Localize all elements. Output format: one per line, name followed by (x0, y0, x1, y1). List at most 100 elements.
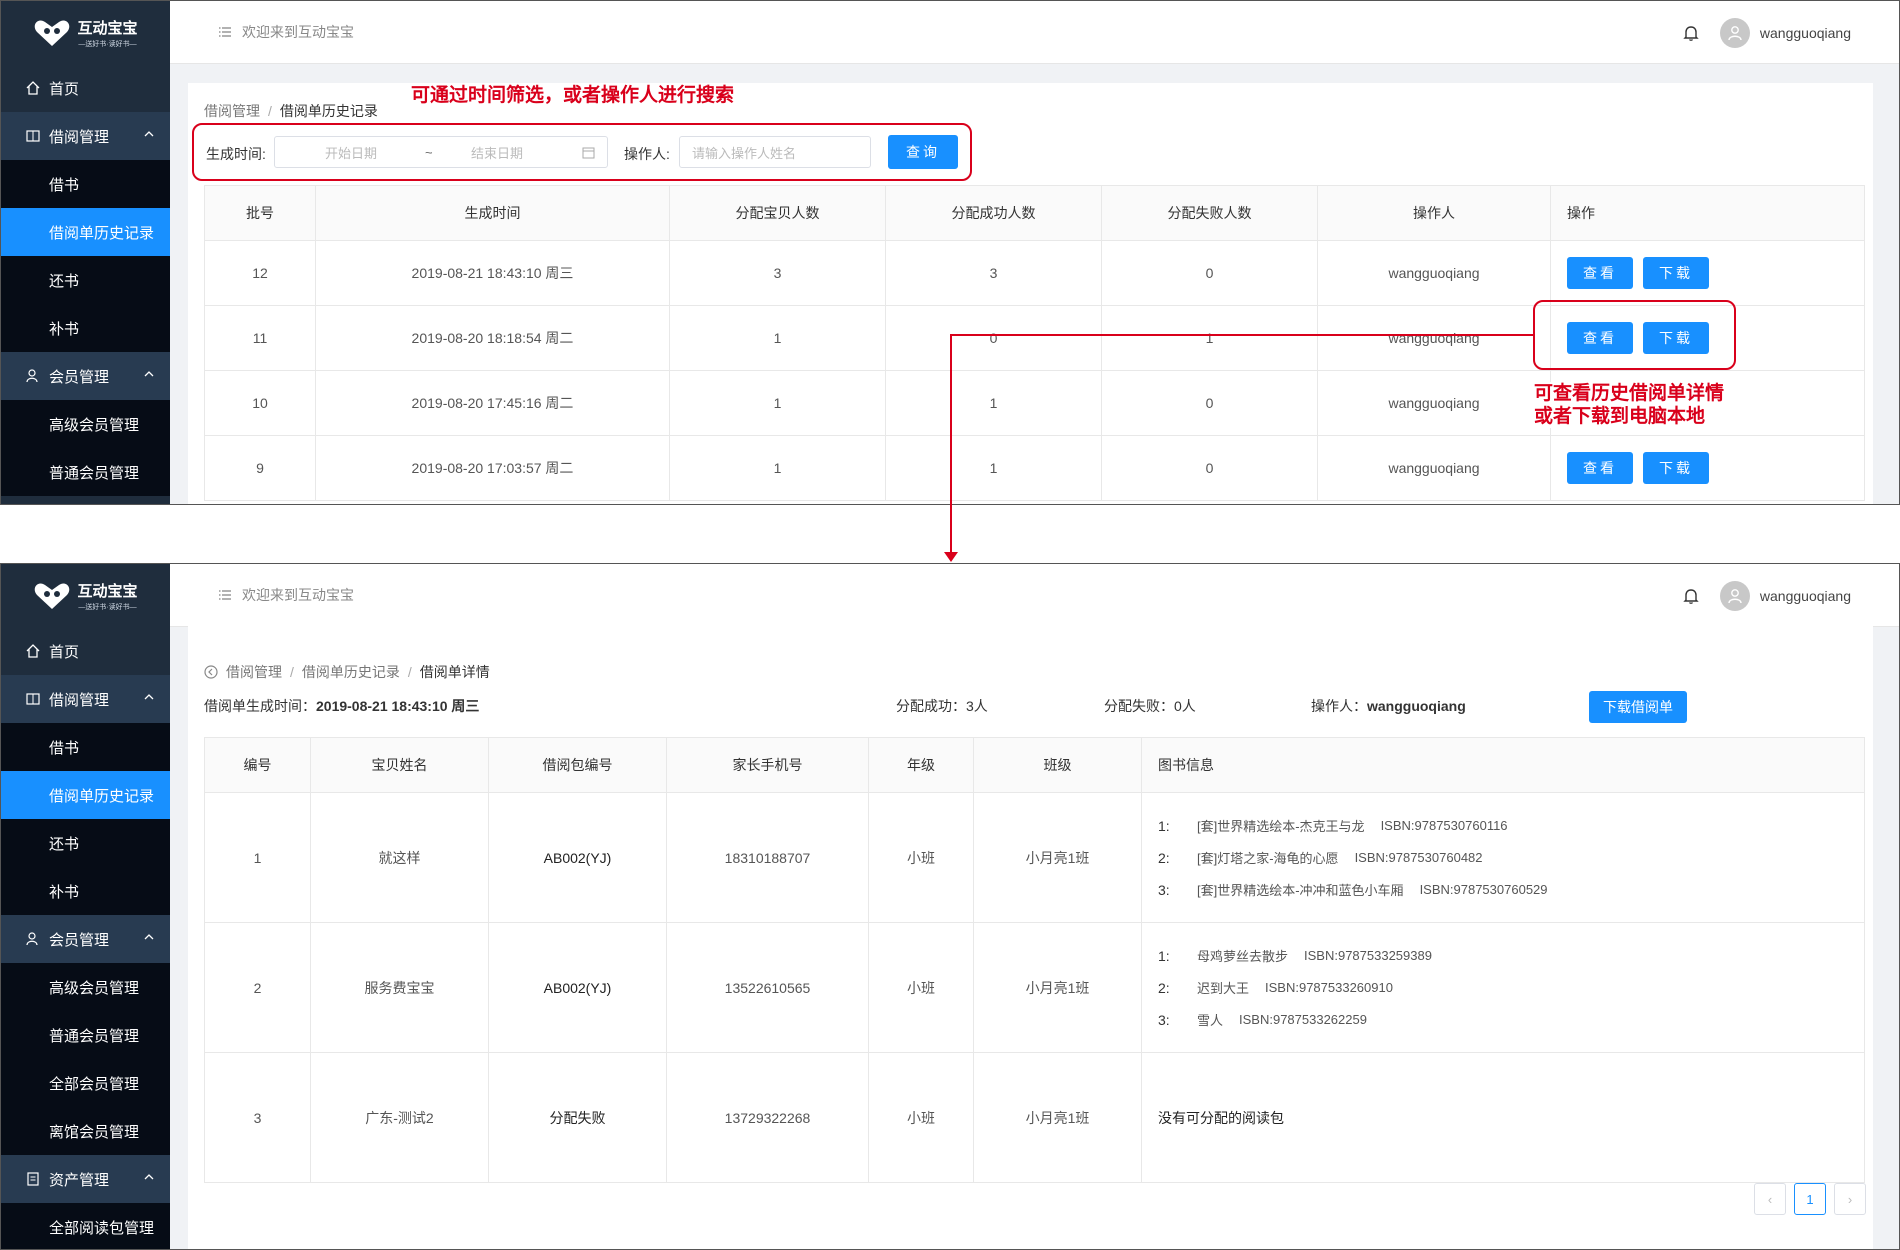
download-button[interactable]: 下载 (1643, 452, 1709, 484)
menu-list-icon[interactable] (218, 588, 232, 602)
column-header: 操作人 (1317, 185, 1551, 241)
cell-books-note: 没有可分配的阅读包 (1141, 1052, 1865, 1183)
column-header: 操作 (1550, 185, 1865, 241)
cell-grade: 小班 (868, 922, 974, 1053)
table-row: 1 就这样 AB002(YJ) 18310188707 小班 小月亮1班 1: [… (204, 792, 1865, 923)
book-isbn: ISBN:9787533259389 (1304, 948, 1432, 963)
annotation-filter-box (192, 123, 972, 181)
welcome-text: 欢迎来到互动宝宝 (242, 24, 354, 40)
book-index: 2: (1158, 979, 1170, 996)
username[interactable]: wangguoqiang (1760, 25, 1851, 41)
sidebar-item-premium-members[interactable]: 高级会员管理 (1, 963, 170, 1011)
welcome-text: 欢迎来到互动宝宝 (242, 587, 354, 603)
book-isbn: ISBN:9787530760116 (1380, 818, 1508, 833)
meta-value: wangguoqiang (1367, 698, 1466, 714)
sidebar-group-member[interactable]: 会员管理 (1, 915, 170, 963)
breadcrumb-item[interactable]: 借阅管理 (204, 101, 260, 121)
view-button[interactable]: 查看 (1567, 452, 1633, 484)
sidebar-item-home[interactable]: 首页 (1, 64, 170, 112)
view-button[interactable]: 查看 (1567, 257, 1633, 289)
fail-count: 分配失败：0人 (1104, 696, 1196, 716)
cell-phone: 13522610565 (666, 922, 869, 1053)
next-page-button[interactable]: › (1834, 1183, 1866, 1215)
user-avatar-icon (1728, 588, 1742, 603)
sidebar-item-premium-members[interactable]: 高级会员管理 (1, 400, 170, 448)
sidebar-item-replenish[interactable]: 补书 (1, 867, 170, 915)
back-circle-icon[interactable] (204, 665, 218, 679)
book-icon (25, 691, 41, 707)
chevron-up-icon (144, 1174, 154, 1180)
download-borrow-list-button[interactable]: 下载借阅单 (1589, 691, 1687, 723)
cell-operator: wangguoqiang (1317, 370, 1551, 436)
sidebar-item-borrow[interactable]: 借书 (1, 723, 170, 771)
cell-operator: wangguoqiang (1317, 305, 1551, 371)
cell-class: 小月亮1班 (973, 792, 1142, 923)
cell-operator: wangguoqiang (1317, 435, 1551, 501)
column-header: 生成时间 (315, 185, 670, 241)
book-isbn: ISBN:9787533262259 (1239, 1012, 1367, 1027)
sidebar-item-borrow-history[interactable]: 借阅单历史记录 (1, 208, 170, 256)
cell-pack: 分配失败 (488, 1052, 667, 1183)
sidebar-item-replenish[interactable]: 补书 (1, 304, 170, 352)
sidebar-item-home[interactable]: 首页 (1, 627, 170, 675)
sidebar-item-all-members[interactable]: 全部会员管理 (1, 1059, 170, 1107)
sidebar-label: 借阅管理 (49, 128, 110, 146)
chevron-up-icon (144, 934, 154, 940)
breadcrumb-item[interactable]: 借阅管理 (226, 662, 282, 682)
cell-pack: AB002(YJ) (488, 922, 667, 1053)
cell-name: 广东-测试2 (310, 1052, 489, 1183)
book-title: [套]灯塔之家-海龟的心愿 (1197, 851, 1339, 866)
breadcrumb: 借阅管理 / 借阅单历史记录 (204, 101, 378, 121)
sidebar-label: 借阅管理 (49, 691, 110, 709)
brand-logo[interactable]: 互动宝宝 —送好书·读好书— (1, 1, 170, 64)
user-icon (25, 931, 41, 947)
menu-list-icon[interactable] (218, 25, 232, 39)
prev-page-button[interactable]: ‹ (1754, 1183, 1786, 1215)
cell-success: 1 (885, 370, 1102, 436)
breadcrumb-current: 借阅单详情 (419, 664, 490, 680)
sidebar-item-borrow[interactable]: 借书 (1, 160, 170, 208)
logo-heart-icon (35, 19, 70, 46)
book-title: [套]世界精选绘本-杰克王与龙 (1197, 819, 1365, 834)
generated-time: 借阅单生成时间：2019-08-21 18:43:10 周三 (204, 696, 479, 716)
column-header: 分配成功人数 (885, 185, 1102, 241)
avatar[interactable] (1719, 580, 1750, 611)
top-header: 欢迎来到互动宝宝 wangguoqiang (170, 1, 1899, 64)
avatar[interactable] (1719, 17, 1750, 48)
download-button[interactable]: 下载 (1643, 257, 1709, 289)
cell-phone: 13729322268 (666, 1052, 869, 1183)
cell-fail: 0 (1101, 435, 1318, 501)
brand-logo[interactable]: 互动宝宝 —送好书·读好书— (1, 564, 170, 627)
annotation-actions-box (1533, 300, 1736, 370)
book-index: 2: (1158, 849, 1170, 866)
cell-grade: 小班 (868, 1052, 974, 1183)
user-avatar-icon (1728, 25, 1742, 40)
cell-name: 就这样 (310, 792, 489, 923)
sidebar-item-regular-members[interactable]: 普通会员管理 (1, 448, 170, 496)
sidebar-item-left-members[interactable]: 离馆会员管理 (1, 1107, 170, 1155)
operator-info: 操作人：wangguoqiang (1311, 696, 1466, 716)
detail-table: 编号 宝贝姓名 借阅包编号 家长手机号 年级 班级 图书信息 1 就这样 AB0… (204, 737, 1865, 1183)
sidebar-group-member[interactable]: 会员管理 (1, 352, 170, 400)
sidebar-group-asset[interactable]: 资产管理 (1, 1155, 170, 1203)
sidebar-item-return[interactable]: 还书 (1, 256, 170, 304)
page-number-button[interactable]: 1 (1794, 1183, 1826, 1215)
sidebar-item-regular-members[interactable]: 普通会员管理 (1, 1011, 170, 1059)
username[interactable]: wangguoqiang (1760, 588, 1851, 604)
sidebar-group-borrow[interactable]: 借阅管理 (1, 675, 170, 723)
sidebar-item-borrow-history[interactable]: 借阅单历史记录 (1, 771, 170, 819)
bell-icon[interactable] (1682, 24, 1700, 42)
screenshot-borrow-detail: 互动宝宝 —送好书·读好书— 首页 借阅管理 借书 借阅单历史记录 还书 补书 会… (0, 563, 1900, 1250)
cell-success: 0 (885, 305, 1102, 371)
table-row: 2 服务费宝宝 AB002(YJ) 13522610565 小班 小月亮1班 1… (204, 922, 1865, 1053)
sidebar-item-return[interactable]: 还书 (1, 819, 170, 867)
breadcrumb-item[interactable]: 借阅单历史记录 (302, 662, 400, 682)
sidebar-item-all-packs[interactable]: 全部阅读包管理 (1, 1203, 170, 1249)
cell-grade: 小班 (868, 792, 974, 923)
book-index: 1: (1158, 817, 1170, 834)
sidebar-group-borrow[interactable]: 借阅管理 (1, 112, 170, 160)
bell-icon[interactable] (1682, 587, 1700, 605)
column-header: 班级 (973, 737, 1142, 793)
meta-value: 2019-08-21 18:43:10 周三 (316, 698, 480, 714)
annotation-detail-hint: 可查看历史借阅单详情 或者下载到电脑本地 (1528, 382, 1731, 428)
